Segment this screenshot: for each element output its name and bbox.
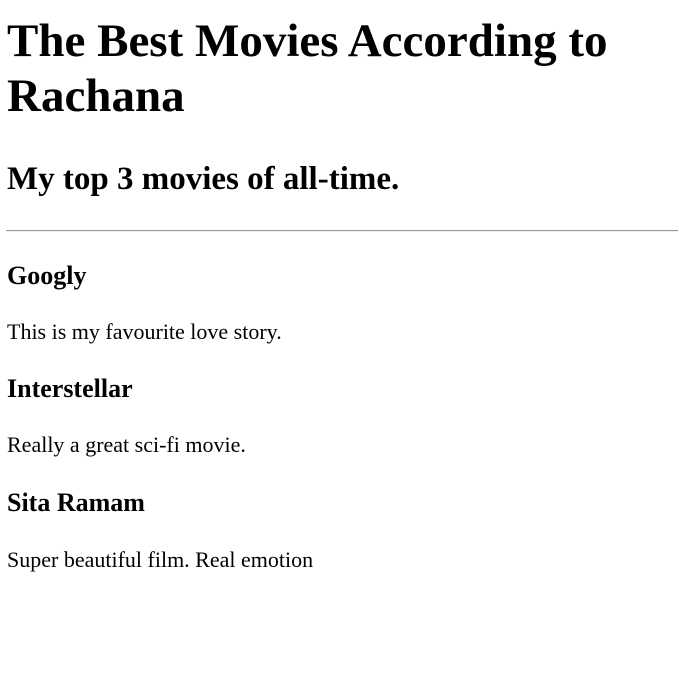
movie-description-sita-ramam: Super beautiful film. Real emotion xyxy=(7,547,314,572)
page: The Best Movies According to Rachana My … xyxy=(0,14,679,692)
movie-description-googly: This is my favourite love story. xyxy=(7,319,282,344)
page-title: The Best Movies According to Rachana xyxy=(7,15,608,122)
movie-title-sita-ramam: Sita Ramam xyxy=(7,488,145,517)
movie-list: Googly This is my favourite love story. … xyxy=(7,261,679,573)
movie-description-interstellar: Really a great sci-fi movie. xyxy=(7,432,246,457)
movie-title-googly: Googly xyxy=(7,261,87,290)
page-subtitle: My top 3 movies of all-time. xyxy=(7,161,400,197)
movie-title-interstellar: Interstellar xyxy=(7,374,133,403)
divider xyxy=(6,230,678,232)
